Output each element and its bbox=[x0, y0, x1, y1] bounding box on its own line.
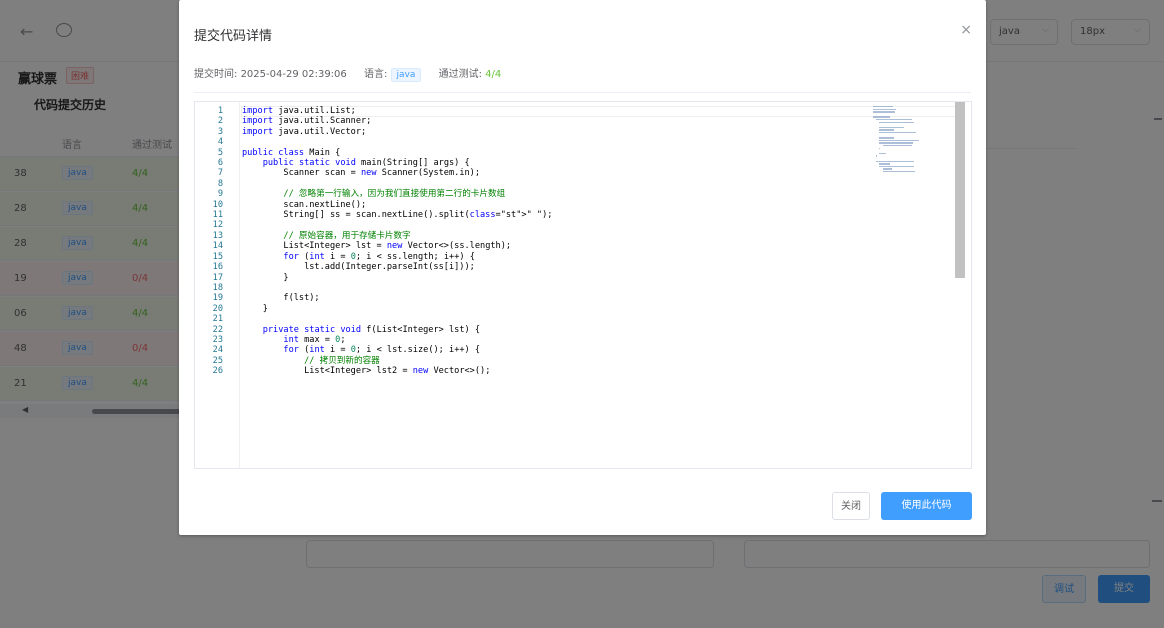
minimap-line bbox=[879, 142, 913, 144]
minimap-line bbox=[882, 168, 892, 170]
minimap-line bbox=[879, 132, 917, 134]
minimap-line bbox=[879, 163, 891, 165]
line-numbers: 1 2 3 4 5 6 7 8 9 10 11 12 13 14 15 16 17 18 19 20 21 22 23 24 2… bbox=[212, 106, 223, 377]
submission-meta: 提交时间: 2025-04-29 02:39:06 语言: java 通过测试:… bbox=[194, 65, 501, 82]
minimap-line bbox=[873, 111, 895, 113]
language-tag: java bbox=[390, 68, 422, 82]
minimap-line bbox=[876, 155, 878, 157]
minimap-line bbox=[879, 129, 894, 131]
minimap-line bbox=[879, 165, 914, 168]
code-editor[interactable]: 1 2 3 4 5 6 7 8 9 10 11 12 13 14 15 16 17 18 19 20 21 22 23 24 2… bbox=[194, 101, 972, 469]
minimap-line bbox=[879, 139, 919, 142]
minimap-line bbox=[882, 171, 915, 173]
passed-label: 通过测试: bbox=[438, 69, 482, 80]
minimap-line bbox=[879, 137, 894, 139]
language-label: 语言: bbox=[363, 69, 388, 80]
vertical-scrollbar[interactable] bbox=[955, 102, 965, 278]
divider bbox=[194, 92, 971, 93]
minimap-line bbox=[879, 152, 886, 155]
minimap-line bbox=[873, 108, 896, 110]
submit-time-label: 提交时间: bbox=[194, 69, 238, 80]
passed-value: 4/4 bbox=[485, 69, 502, 80]
submit-time-value: 2025-04-29 02:39:06 bbox=[240, 69, 347, 80]
code-content[interactable]: import java.util.List; import java.util.… bbox=[242, 106, 552, 377]
code-minimap[interactable] bbox=[873, 106, 925, 196]
close-button[interactable]: 关闭 bbox=[832, 492, 870, 520]
minimap-line bbox=[873, 116, 891, 118]
use-this-code-button[interactable]: 使用此代码 bbox=[881, 492, 972, 520]
minimap-line bbox=[879, 147, 881, 149]
submission-detail-dialog: 提交代码详情 × 提交时间: 2025-04-29 02:39:06 语言: j… bbox=[179, 0, 986, 535]
close-icon[interactable]: × bbox=[960, 22, 972, 38]
minimap-line bbox=[876, 119, 913, 121]
dialog-title: 提交代码详情 bbox=[194, 29, 273, 44]
minimap-line bbox=[873, 106, 893, 108]
minimap-line bbox=[882, 145, 913, 147]
minimap-line bbox=[879, 126, 904, 129]
minimap-line bbox=[879, 121, 914, 123]
minimap-line bbox=[876, 160, 914, 162]
